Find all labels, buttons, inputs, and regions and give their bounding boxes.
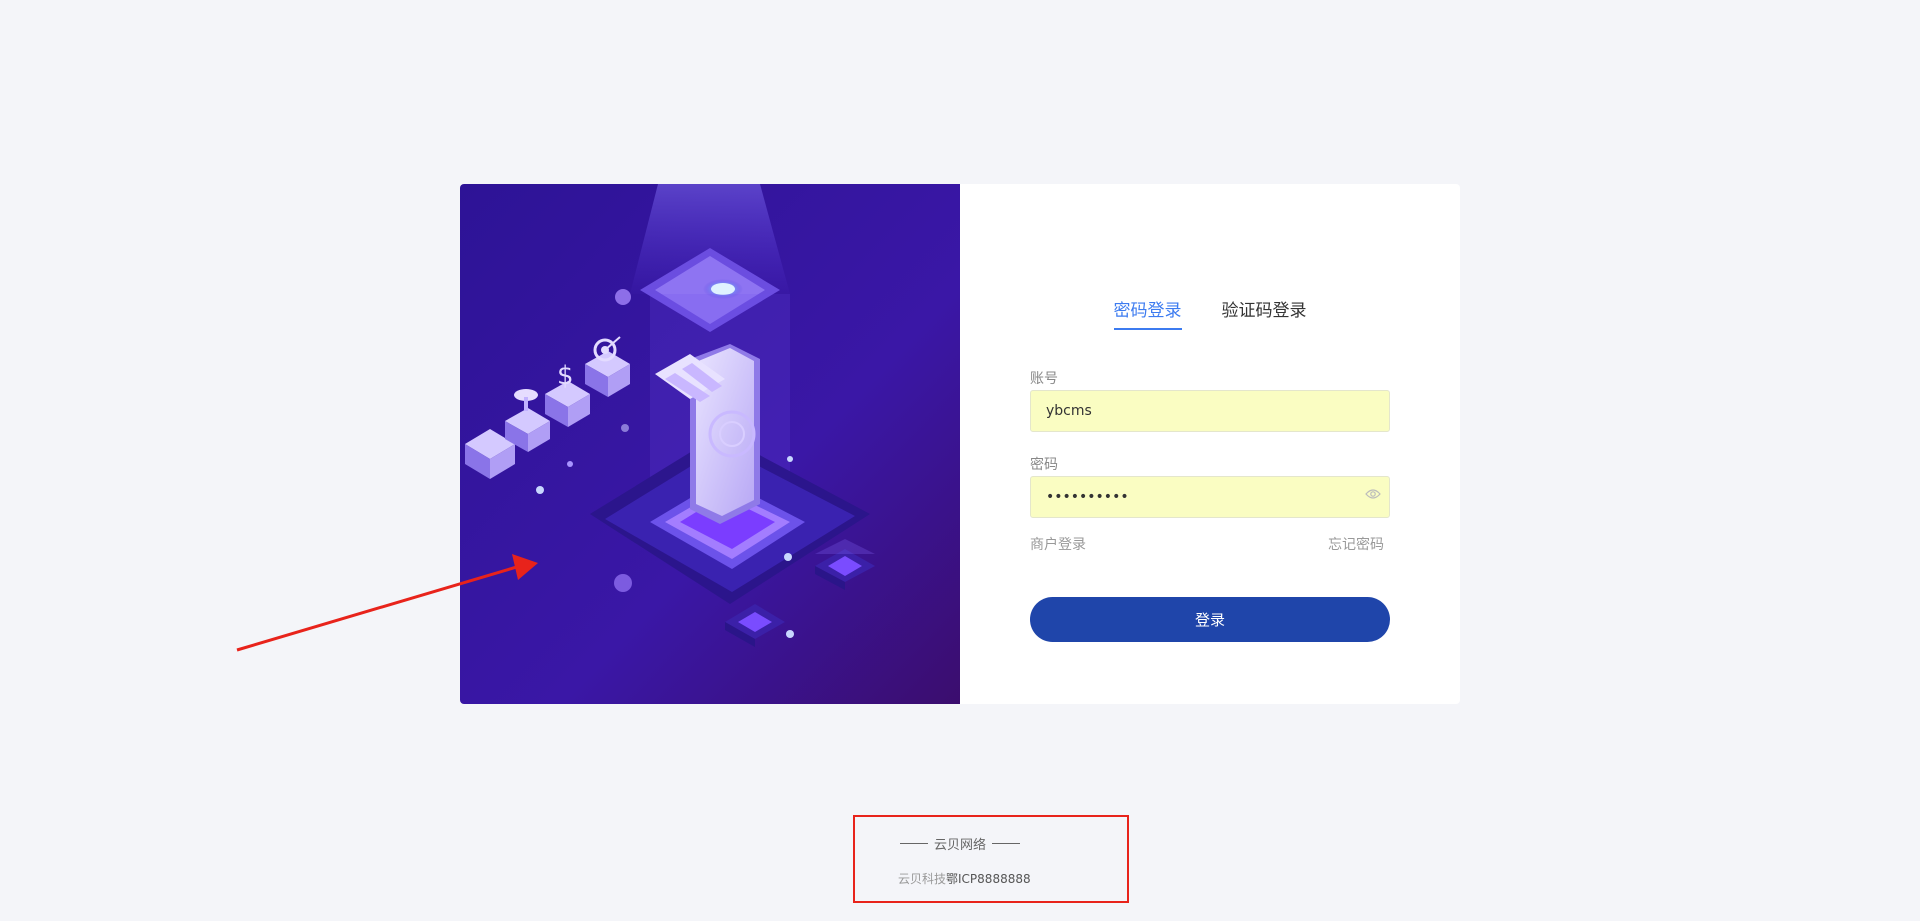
footer-brand: 云贝网络 <box>900 834 1021 853</box>
footer-brand-text: 云贝网络 <box>934 838 987 853</box>
login-card: $ 密码登录 验证码登录 账号 ybcms 密码 •••••••••• 商户登录… <box>460 184 1460 704</box>
divider <box>992 843 1021 844</box>
merchant-login-link[interactable]: 商户登录 <box>1030 534 1086 554</box>
svg-text:$: $ <box>557 361 574 391</box>
footer-company: 云贝科技 <box>898 872 947 886</box>
footer-copyright: 云贝科技鄂ICP8888888 <box>898 870 1031 887</box>
account-label: 账号 <box>1030 371 1058 387</box>
account-input[interactable] <box>1030 390 1390 432</box>
eye-icon[interactable] <box>1365 485 1381 499</box>
tab-password-login[interactable]: 密码登录 <box>1113 296 1182 330</box>
forgot-password-link[interactable]: 忘记密码 <box>1328 534 1384 554</box>
footer-annotation-box: 云贝网络 云贝科技鄂ICP8888888 <box>853 815 1129 903</box>
footer-icp-link[interactable]: 鄂ICP8888888 <box>946 872 1031 886</box>
tab-code-login[interactable]: 验证码登录 <box>1222 296 1307 330</box>
isometric-illustration: $ <box>460 184 960 704</box>
password-input[interactable] <box>1030 476 1390 518</box>
password-label: 密码 <box>1030 457 1058 473</box>
login-button[interactable]: 登录 <box>1030 597 1390 642</box>
login-form-panel: 密码登录 验证码登录 账号 密码 商户登录 忘记密码 登录 <box>960 184 1460 704</box>
login-tabs: 密码登录 验证码登录 <box>960 296 1460 330</box>
login-illustration: $ <box>460 184 960 704</box>
divider <box>900 843 928 844</box>
